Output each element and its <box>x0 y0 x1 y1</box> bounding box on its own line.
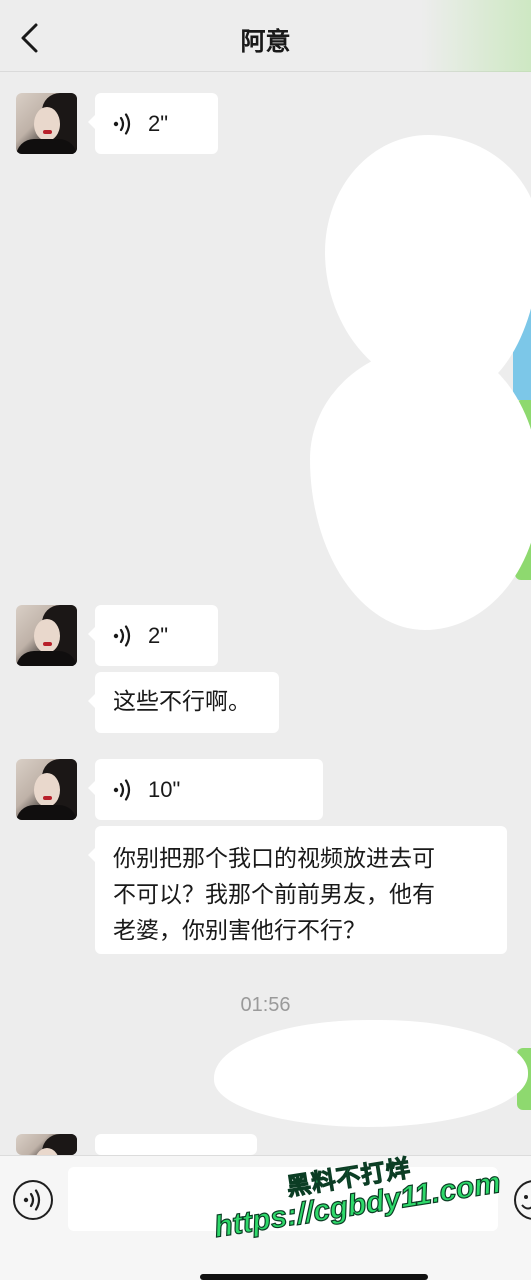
contact-avatar[interactable] <box>16 93 77 154</box>
voice-wave-icon <box>113 779 131 801</box>
message-text: 你别把那个我口的视频放进去可 不可以？我那个前前男友，他有 老婆，你别害他行不行… <box>95 826 507 963</box>
redaction-blob <box>310 345 531 630</box>
voice-wave-icon <box>113 113 131 135</box>
redaction-blob <box>214 1020 528 1127</box>
voice-message[interactable]: 10" <box>88 759 323 820</box>
contact-avatar[interactable] <box>16 605 77 666</box>
voice-wave-icon <box>113 625 131 647</box>
chat-header: 阿意 <box>0 0 531 72</box>
message-text: 这些不行啊。 <box>113 689 251 715</box>
voice-duration: 2" <box>148 111 169 136</box>
voice-message[interactable]: 2" <box>88 93 218 154</box>
text-message[interactable]: 你别把那个我口的视频放进去可 不可以？我那个前前男友，他有 老婆，你别害他行不行… <box>88 826 507 954</box>
message-line: 你别把那个我口的视频放进去可 <box>113 846 435 872</box>
message-timestamp: 01:56 <box>240 994 291 1016</box>
voice-mode-icon <box>23 1189 41 1211</box>
contact-avatar[interactable] <box>16 1134 77 1155</box>
voice-duration: 10" <box>148 777 181 802</box>
message-line: 不可以？我那个前前男友，他有 <box>113 882 435 908</box>
home-indicator[interactable] <box>200 1274 428 1280</box>
text-message[interactable]: 这些不行啊。 <box>88 672 279 733</box>
voice-message[interactable]: 2" <box>88 605 218 666</box>
contact-avatar[interactable] <box>16 759 77 820</box>
voice-mode-button[interactable] <box>13 1180 53 1220</box>
header-glow <box>421 0 531 72</box>
message-line: 老婆，你别害他行不行？ <box>113 918 366 944</box>
voice-duration: 2" <box>148 623 169 648</box>
voice-message[interactable] <box>88 1134 257 1170</box>
